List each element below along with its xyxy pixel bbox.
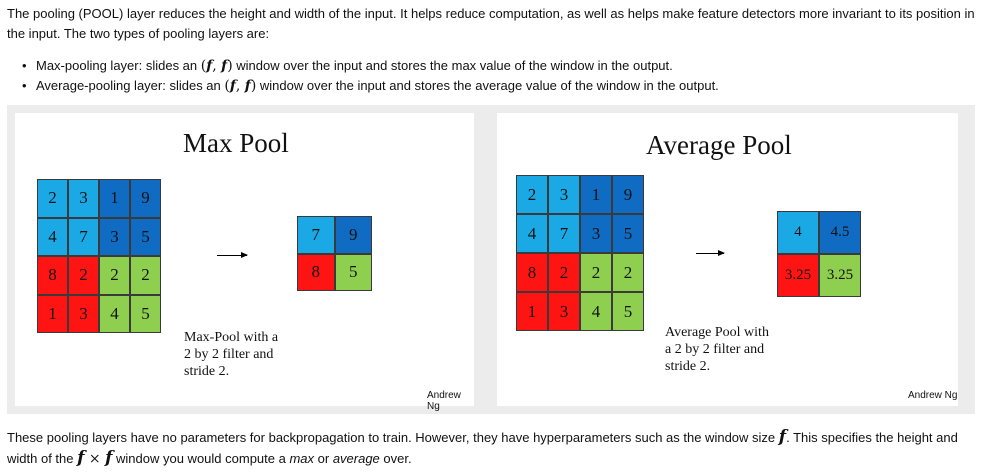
input-cell: 3 (548, 175, 580, 214)
input-cell: 4 (580, 292, 612, 331)
input-cell: 3 (68, 179, 99, 218)
input-cell: 2 (37, 179, 68, 218)
bullet-text-before: Max-pooling layer: slides an (36, 58, 201, 73)
input-cell: 8 (516, 253, 548, 292)
input-cell: 5 (612, 292, 644, 331)
outro-paragraph: These pooling layers have no parameters … (7, 427, 958, 468)
list-item-average-pooling: Average-pooling layer: slides an (f, f) … (20, 76, 719, 96)
average-pool-input-grid: 2 3 1 9 4 7 3 5 8 2 2 2 1 3 4 5 (516, 175, 644, 331)
input-cell: 3 (548, 292, 580, 331)
output-cell: 4.5 (819, 211, 861, 254)
output-cell: 3.25 (777, 254, 819, 297)
input-cell: 5 (612, 214, 644, 253)
input-cell: 7 (548, 214, 580, 253)
max-pool-input-grid: 2 3 1 9 4 7 3 5 8 2 2 2 1 3 4 5 (37, 179, 161, 333)
credit-label: Andrew Ng (427, 390, 461, 412)
input-cell: 2 (612, 253, 644, 292)
max-pool-title: Max Pool (183, 128, 289, 158)
list-item-max-pooling: Max-pooling layer: slides an (f, f) wind… (20, 56, 719, 76)
output-cell: 7 (297, 216, 335, 254)
input-cell: 2 (99, 256, 130, 295)
average-pool-panel: Average Pool 2 3 1 9 4 7 3 5 8 2 2 2 1 3… (497, 113, 958, 406)
input-cell: 5 (130, 294, 161, 333)
input-cell: 3 (99, 217, 130, 256)
output-cell: 3.25 (819, 254, 861, 297)
intro-paragraph: The pooling (POOL) layer reduces the hei… (7, 6, 975, 41)
bullet-text-after: window over the input and stores the ave… (256, 78, 719, 93)
input-cell: 3 (580, 214, 612, 253)
input-cell: 2 (130, 256, 161, 295)
average-pool-caption: Average Pool with a 2 by 2 filter and st… (665, 325, 769, 374)
input-cell: 4 (516, 214, 548, 253)
input-cell: 7 (68, 217, 99, 256)
input-cell: 2 (516, 175, 548, 214)
input-cell: 1 (580, 175, 612, 214)
input-cell: 9 (612, 175, 644, 214)
input-cell: 2 (580, 253, 612, 292)
pooling-figure: Max Pool 2 3 1 9 4 7 3 5 8 2 2 2 1 3 4 5… (7, 105, 975, 414)
input-cell: 8 (37, 256, 68, 295)
output-cell: 4 (777, 211, 819, 254)
input-cell: 1 (37, 294, 68, 333)
input-cell: 1 (99, 179, 130, 218)
input-cell: 3 (68, 294, 99, 333)
pooling-types-list: Max-pooling layer: slides an (f, f) wind… (20, 56, 719, 96)
output-cell: 9 (334, 216, 372, 254)
max-pool-panel: Max Pool 2 3 1 9 4 7 3 5 8 2 2 2 1 3 4 5… (15, 113, 474, 412)
average-pool-title: Average Pool (646, 130, 792, 160)
average-pool-output-grid: 4 4.5 3.25 3.25 (777, 211, 861, 297)
credit-label: Andrew Ng (908, 390, 958, 401)
arrow-icon (696, 250, 725, 256)
max-pool-output-grid: 7 9 8 5 (297, 216, 372, 291)
input-cell: 2 (68, 256, 99, 295)
max-pool-caption: Max-Pool with a 2 by 2 filter and stride… (184, 330, 279, 379)
arrow-icon (217, 252, 248, 258)
output-cell: 5 (334, 253, 372, 291)
input-cell: 5 (130, 217, 161, 256)
input-cell: 4 (37, 217, 68, 256)
output-cell: 8 (297, 253, 335, 291)
bullet-text-before: Average-pooling layer: slides an (36, 78, 225, 93)
input-cell: 2 (548, 253, 580, 292)
input-cell: 9 (130, 179, 161, 218)
input-cell: 4 (99, 294, 130, 333)
bullet-text-after: window over the input and stores the max… (232, 58, 673, 73)
input-cell: 1 (516, 292, 548, 331)
